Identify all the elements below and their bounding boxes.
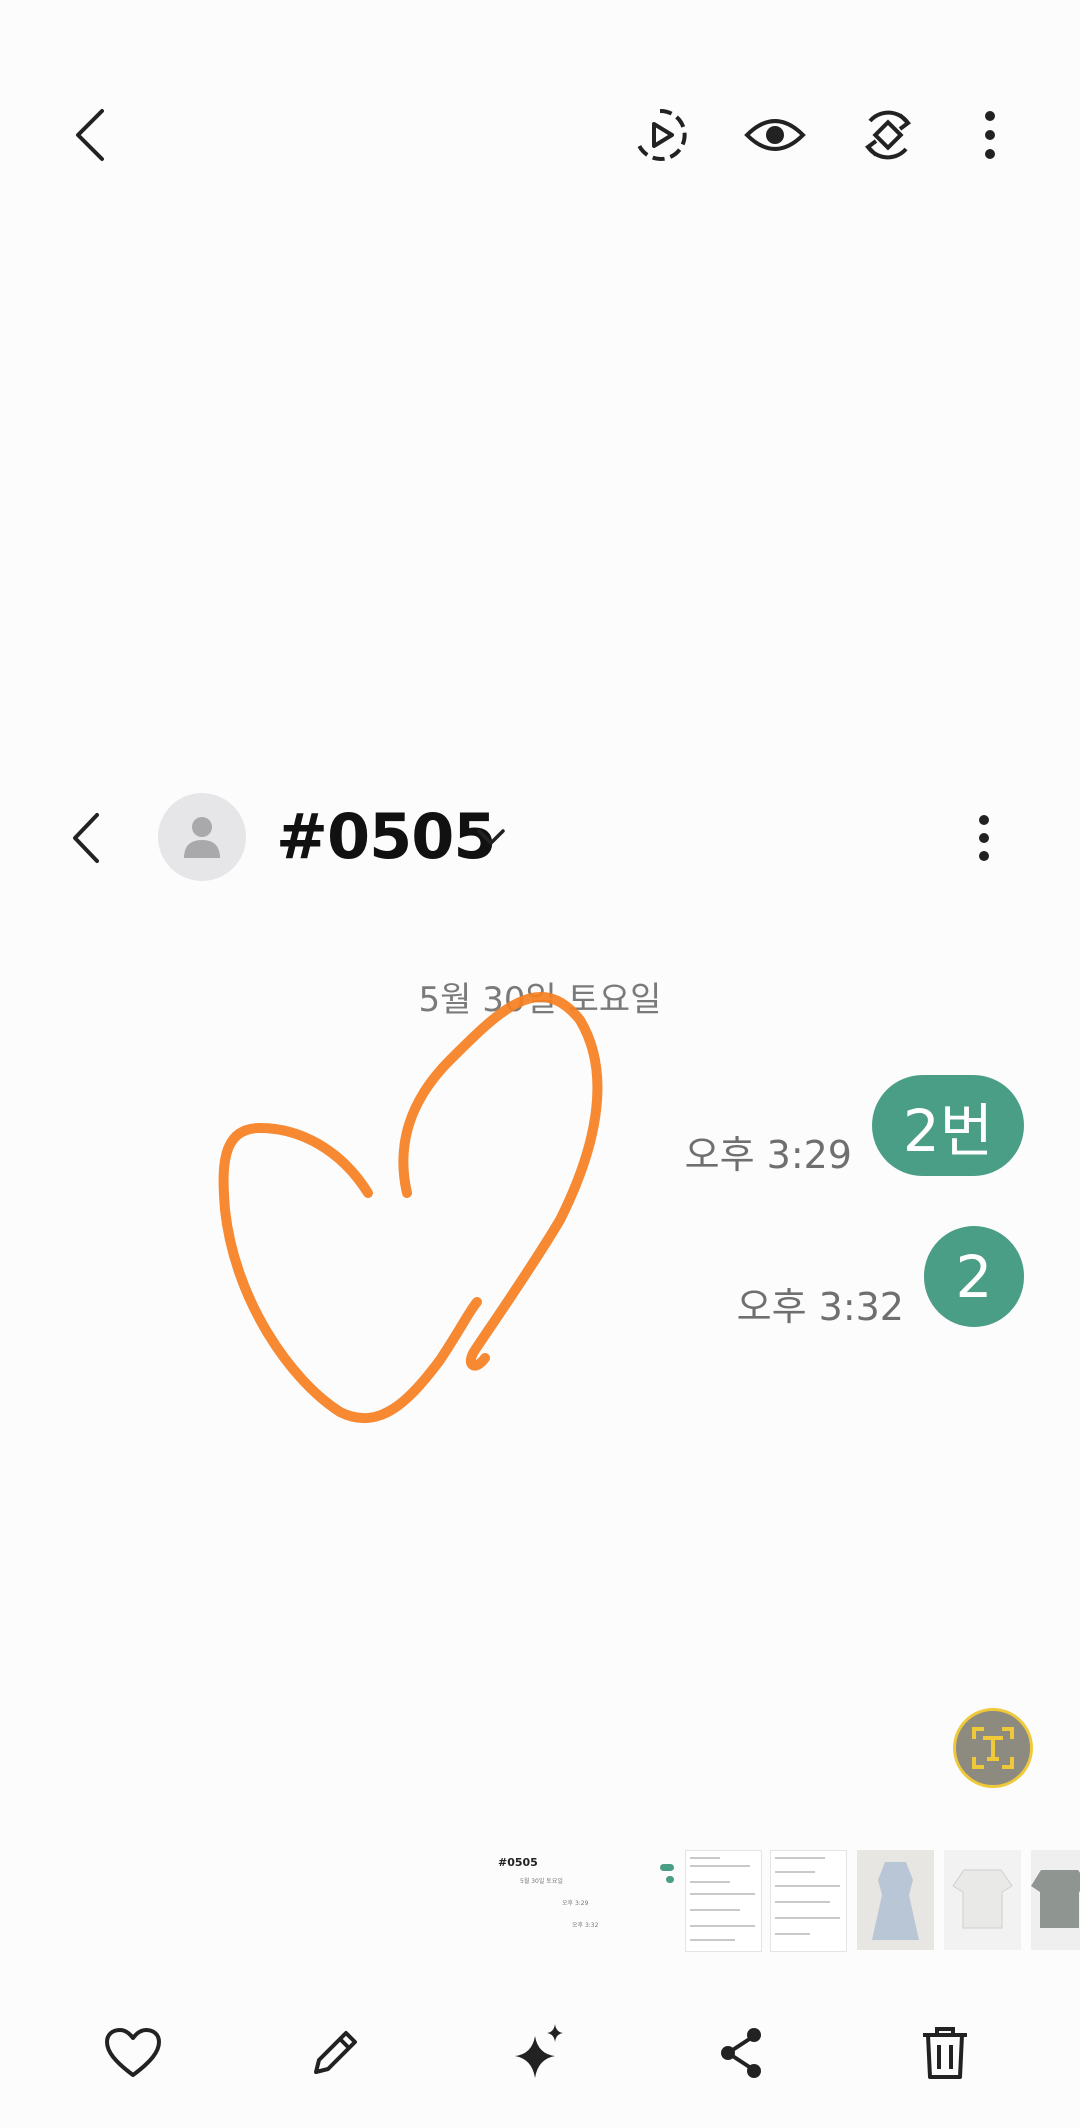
avatar — [158, 793, 246, 881]
rotate-icon[interactable] — [853, 104, 923, 166]
thumbnail[interactable] — [636, 1850, 680, 1950]
motion-play-icon[interactable] — [625, 104, 695, 166]
chevron-down-icon — [474, 820, 508, 854]
message-time: 오후 3:29 — [684, 1133, 852, 1177]
bottom-action-bar — [0, 2000, 1080, 2128]
thumbnail-msg: 오후 3:32 — [572, 1922, 599, 1929]
message-bubble: 2 — [924, 1226, 1024, 1327]
thumbnail[interactable] — [770, 1850, 847, 1952]
chat-title: #0505 — [276, 800, 497, 873]
share-icon[interactable] — [708, 2020, 774, 2086]
thumbnail-photo[interactable] — [1031, 1850, 1080, 1950]
viewer-toolbar — [0, 0, 1080, 270]
message-bubble: 2번 — [872, 1075, 1024, 1176]
chat-more-icon — [970, 812, 998, 864]
more-vertical-icon[interactable] — [975, 104, 1005, 166]
thumbnail-current[interactable]: #0505 5월 30일 토요일 오후 3:29 오후 3:32 — [490, 1850, 620, 1950]
heart-drawing — [218, 992, 603, 1423]
eye-icon[interactable] — [740, 104, 810, 166]
pencil-icon[interactable] — [302, 2020, 368, 2086]
thumbnail-strip[interactable]: #0505 5월 30일 토요일 오후 3:29 오후 3:32 — [0, 1840, 1080, 1960]
text-recognition-button[interactable] — [953, 1708, 1033, 1788]
sparkle-icon[interactable] — [506, 2018, 572, 2084]
chat-back-icon — [66, 808, 106, 868]
thumbnail-photo[interactable] — [857, 1850, 934, 1950]
thumbnail-date: 5월 30일 토요일 — [520, 1878, 563, 1885]
thumbnail[interactable] — [685, 1850, 762, 1952]
back-arrow-icon[interactable] — [60, 100, 120, 170]
heart-icon[interactable] — [100, 2020, 166, 2086]
thumbnail-msg: 오후 3:29 — [562, 1900, 589, 1907]
trash-icon[interactable] — [912, 2020, 978, 2086]
thumbnail-title: #0505 — [498, 1856, 538, 1869]
thumbnail-photo[interactable] — [944, 1850, 1021, 1950]
person-icon — [184, 817, 220, 858]
text-recognition-icon — [972, 1727, 1014, 1769]
message-time: 오후 3:32 — [736, 1285, 904, 1329]
